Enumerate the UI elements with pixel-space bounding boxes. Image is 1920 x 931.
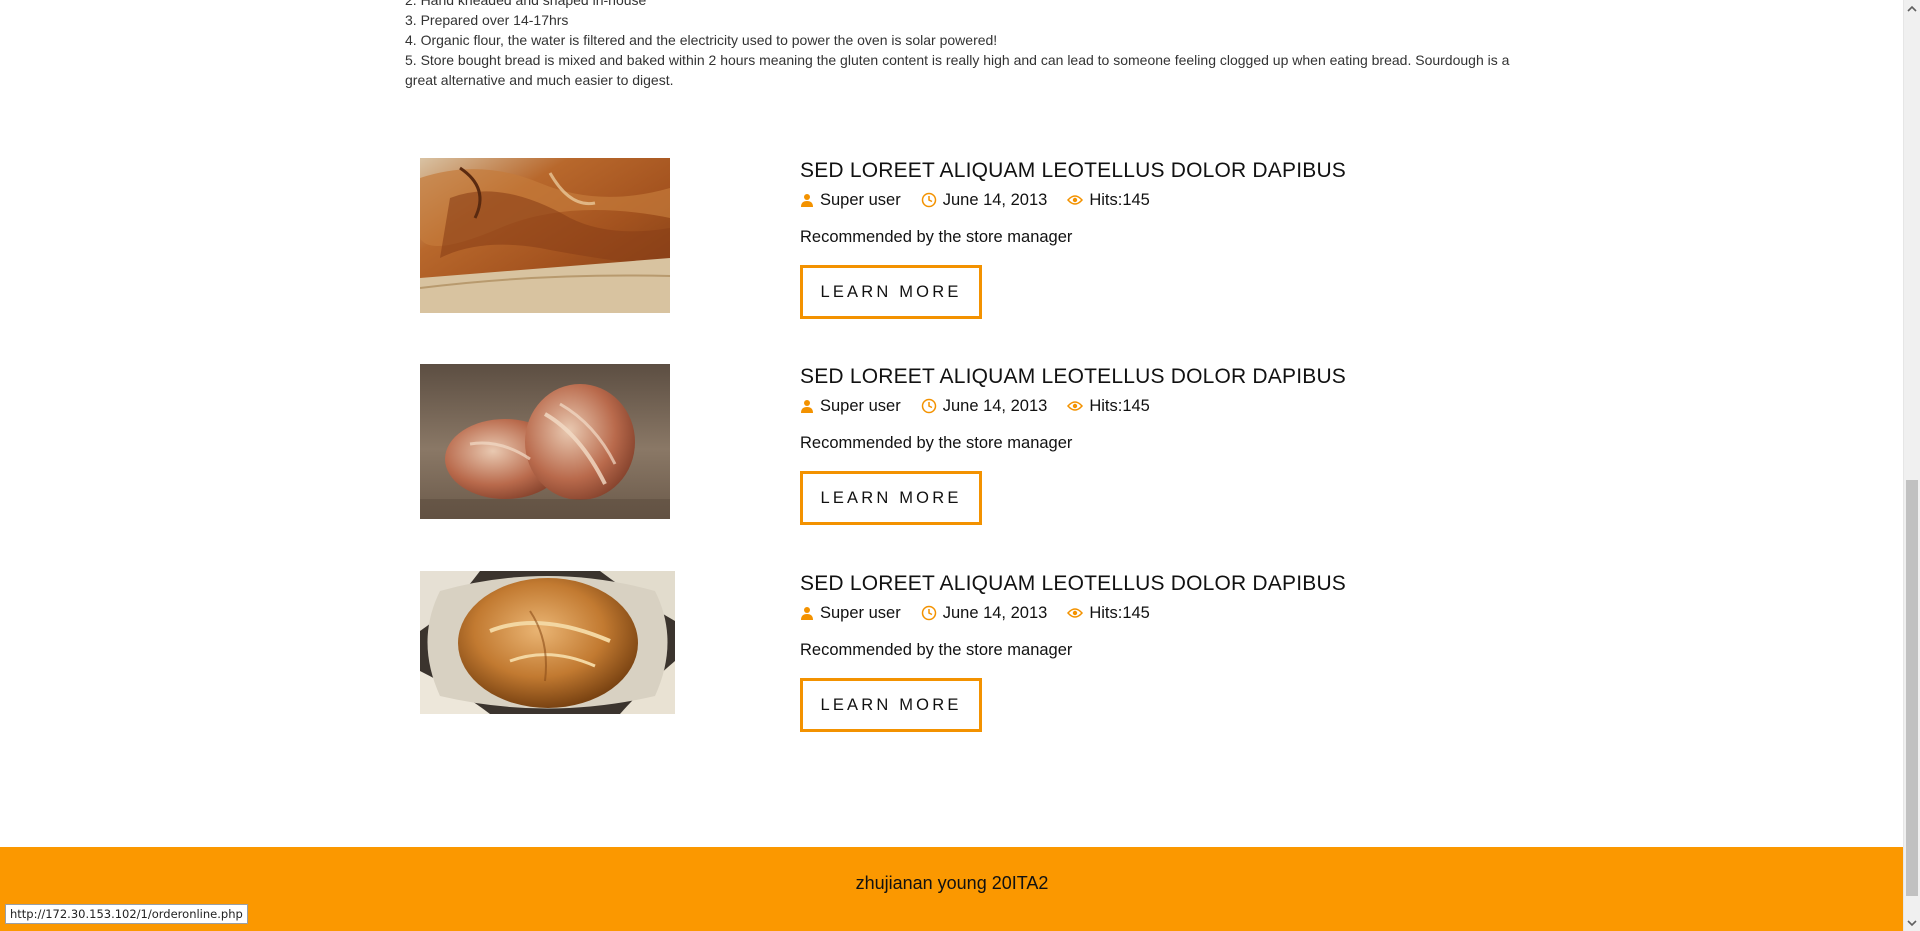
chevron-up-icon <box>1907 5 1917 12</box>
article-date: June 14, 2013 <box>942 190 1048 209</box>
site-footer: zhujianan young 20ITA2 <box>0 847 1904 931</box>
scroll-up-button[interactable] <box>1904 0 1920 17</box>
article-title[interactable]: SED LOREET ALIQUAM LEOTELLUS DOLOR DAPIB… <box>800 571 1420 597</box>
article-image[interactable] <box>420 571 675 714</box>
clock-icon <box>921 605 936 621</box>
learn-more-button[interactable]: LEARN MORE <box>800 678 982 732</box>
hits-meta: Hits:145 <box>1067 604 1150 623</box>
article-summary: Recommended by the store manager <box>800 228 1073 246</box>
intro-line: 3. Prepared over 14-17hrs <box>405 12 569 28</box>
intro-text: 2. Hand kneaded and shaped in-house 3. P… <box>405 0 1515 90</box>
author-name: Super user <box>820 603 901 622</box>
eye-icon <box>1067 401 1084 411</box>
article-date: June 14, 2013 <box>942 396 1048 415</box>
footer-text: zhujianan young 20ITA2 <box>855 872 1049 893</box>
article-date: June 14, 2013 <box>942 603 1048 622</box>
article-image[interactable] <box>420 364 670 519</box>
article-item: SED LOREET ALIQUAM LEOTELLUS DOLOR DAPIB… <box>420 571 1420 732</box>
eye-icon <box>1067 195 1084 205</box>
round-loaf-image <box>420 571 675 714</box>
article-body: SED LOREET ALIQUAM LEOTELLUS DOLOR DAPIB… <box>800 571 1420 732</box>
author-meta: Super user <box>800 604 901 623</box>
user-icon <box>801 607 813 620</box>
article-meta: Super user June 14, 2013 Hits:145 <box>800 190 1420 210</box>
date-meta: June 14, 2013 <box>921 603 1048 623</box>
article-meta: Super user June 14, 2013 Hits:145 <box>800 396 1420 416</box>
article-item: SED LOREET ALIQUAM LEOTELLUS DOLOR DAPIB… <box>420 158 1420 319</box>
author-name: Super user <box>820 396 901 415</box>
clock-icon <box>921 398 936 414</box>
hits-count: Hits:145 <box>1089 190 1150 209</box>
user-icon <box>801 400 813 413</box>
hits-meta: Hits:145 <box>1067 191 1150 210</box>
article-title[interactable]: SED LOREET ALIQUAM LEOTELLUS DOLOR DAPIB… <box>800 158 1420 184</box>
learn-more-button[interactable]: LEARN MORE <box>800 265 982 319</box>
article-summary: Recommended by the store manager <box>800 641 1073 659</box>
intro-line: 2. Hand kneaded and shaped in-house <box>405 0 647 8</box>
hits-meta: Hits:145 <box>1067 397 1150 416</box>
page: 2. Hand kneaded and shaped in-house 3. P… <box>0 0 1920 931</box>
article-body: SED LOREET ALIQUAM LEOTELLUS DOLOR DAPIB… <box>800 364 1420 525</box>
intro-line: 5. Store bought bread is mixed and baked… <box>405 52 1510 88</box>
intro-line: 4. Organic flour, the water is filtered … <box>405 32 998 48</box>
article-title[interactable]: SED LOREET ALIQUAM LEOTELLUS DOLOR DAPIB… <box>800 364 1420 390</box>
hits-count: Hits:145 <box>1089 396 1150 415</box>
article-summary: Recommended by the store manager <box>800 434 1073 452</box>
clock-icon <box>921 192 936 208</box>
article-body: SED LOREET ALIQUAM LEOTELLUS DOLOR DAPIB… <box>800 158 1420 319</box>
chevron-down-icon <box>1907 919 1917 926</box>
learn-more-button[interactable]: LEARN MORE <box>800 471 982 525</box>
article-item: SED LOREET ALIQUAM LEOTELLUS DOLOR DAPIB… <box>420 364 1420 525</box>
date-meta: June 14, 2013 <box>921 190 1048 210</box>
author-meta: Super user <box>800 191 901 210</box>
article-image[interactable] <box>420 158 670 313</box>
user-icon <box>801 194 813 207</box>
article-meta: Super user June 14, 2013 Hits:145 <box>800 603 1420 623</box>
vertical-scrollbar[interactable] <box>1903 0 1920 931</box>
author-meta: Super user <box>800 397 901 416</box>
date-meta: June 14, 2013 <box>921 396 1048 416</box>
status-url-bar: http://172.30.153.102/1/orderonline.php <box>5 904 248 924</box>
hits-count: Hits:145 <box>1089 603 1150 622</box>
author-name: Super user <box>820 190 901 209</box>
sourdough-loaves-image <box>420 364 670 519</box>
scroll-down-button[interactable] <box>1904 914 1920 931</box>
scroll-thumb[interactable] <box>1906 480 1918 896</box>
bread-crust-image <box>420 158 670 313</box>
eye-icon <box>1067 608 1084 618</box>
